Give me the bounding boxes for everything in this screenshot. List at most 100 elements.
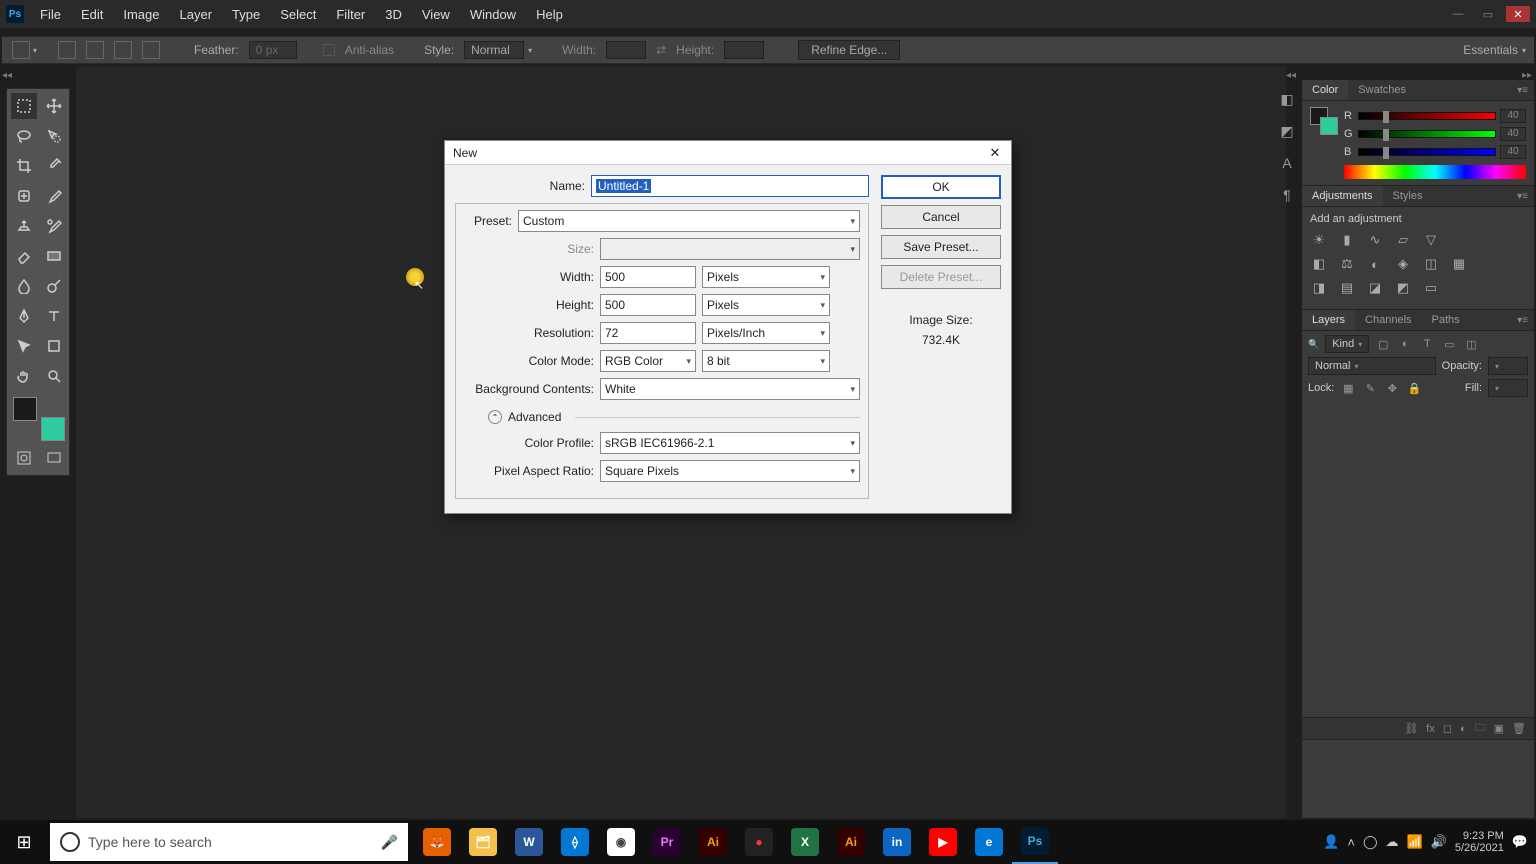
menu-3d[interactable]: 3D [375, 4, 412, 25]
g-value[interactable]: 40 [1500, 127, 1526, 141]
new-layer-icon[interactable]: ▣ [1494, 722, 1504, 735]
layers-panel-menu-icon[interactable]: ▾≡ [1511, 311, 1534, 330]
spectrum-picker[interactable] [1344, 165, 1526, 179]
color-swatches[interactable] [11, 397, 67, 441]
maximize-button[interactable]: ▭ [1476, 6, 1500, 22]
history-panel-icon[interactable]: ◧ [1276, 88, 1298, 110]
exposure-icon[interactable]: ▱ [1394, 231, 1412, 249]
save-preset-button[interactable]: Save Preset... [881, 235, 1001, 259]
menu-file[interactable]: File [30, 4, 71, 25]
zoom-tool[interactable] [41, 363, 67, 389]
threshold-icon[interactable]: ◪ [1366, 279, 1384, 297]
color-panel-swatch[interactable] [1310, 107, 1338, 135]
ok-button[interactable]: OK [881, 175, 1001, 199]
new-group-icon[interactable]: 🗀 [1475, 719, 1486, 738]
foreground-color-swatch[interactable] [13, 397, 37, 421]
start-button[interactable]: ⊞ [0, 820, 48, 864]
eyedropper-tool[interactable] [41, 153, 67, 179]
taskbar-premiere[interactable]: Pr [644, 820, 690, 864]
taskbar-photoshop[interactable]: Ps [1012, 820, 1058, 864]
properties-panel-icon[interactable]: ◩ [1276, 120, 1298, 142]
menu-image[interactable]: Image [113, 4, 169, 25]
tray-volume-icon[interactable]: 🔊 [1431, 834, 1447, 850]
cancel-button[interactable]: Cancel [881, 205, 1001, 229]
mic-icon[interactable]: 🎤 [381, 834, 398, 851]
antialias-checkbox[interactable] [323, 44, 335, 56]
refine-edge-button[interactable]: Refine Edge... [798, 40, 900, 60]
dialog-close-icon[interactable]: ✕ [987, 145, 1003, 161]
eraser-tool[interactable] [11, 243, 37, 269]
quick-select-tool[interactable] [41, 123, 67, 149]
menu-filter[interactable]: Filter [326, 4, 375, 25]
resolution-unit-select[interactable]: Pixels/Inch [702, 322, 830, 344]
clone-stamp-tool[interactable] [11, 213, 37, 239]
filter-type-icon[interactable]: 🔍 [1308, 339, 1319, 350]
name-input[interactable]: Untitled-1 [591, 175, 869, 197]
feather-input[interactable]: 0 px [249, 41, 297, 59]
preset-select[interactable]: Custom [518, 210, 860, 232]
resolution-input[interactable]: 72 [600, 322, 696, 344]
type-tool[interactable] [41, 303, 67, 329]
screen-mode-icon[interactable] [41, 445, 67, 471]
selective-color-icon[interactable]: ◩ [1394, 279, 1412, 297]
tray-meet-icon[interactable]: ◯ [1363, 834, 1378, 850]
delete-layer-icon[interactable]: 🗑 [1512, 722, 1526, 735]
filter-pixel-icon[interactable]: ▢ [1375, 336, 1391, 352]
tab-styles[interactable]: Styles [1383, 186, 1433, 206]
vibrance-icon[interactable]: ▽ [1422, 231, 1440, 249]
taskbar-recorder[interactable]: ● [736, 820, 782, 864]
filter-smart-icon[interactable]: ◫ [1463, 336, 1479, 352]
tray-chevron-up-icon[interactable]: ˄ [1347, 835, 1355, 850]
hue-sat-icon[interactable]: ◧ [1310, 255, 1328, 273]
color-balance-icon[interactable]: ⚖ [1338, 255, 1356, 273]
brush-tool[interactable] [41, 183, 67, 209]
photo-filter-icon[interactable]: ◈ [1394, 255, 1412, 273]
height-input[interactable]: 500 [600, 294, 696, 316]
tab-swatches[interactable]: Swatches [1348, 80, 1416, 100]
filter-type-layer-icon[interactable]: T [1419, 336, 1435, 352]
kind-filter-select[interactable]: Kind▾ [1325, 335, 1369, 353]
workspace-switcher[interactable]: Essentials▾ [1463, 36, 1526, 64]
path-select-tool[interactable] [11, 333, 37, 359]
shape-tool[interactable] [41, 333, 67, 359]
move-tool[interactable] [41, 93, 67, 119]
taskbar-illustrator2[interactable]: Ai [828, 820, 874, 864]
b-slider[interactable] [1358, 148, 1496, 156]
dodge-tool[interactable] [41, 273, 67, 299]
filter-shape-icon[interactable]: ▭ [1441, 336, 1457, 352]
b-value[interactable]: 40 [1500, 145, 1526, 159]
tab-adjustments[interactable]: Adjustments [1302, 186, 1383, 206]
tab-channels[interactable]: Channels [1355, 310, 1421, 330]
menu-view[interactable]: View [412, 4, 460, 25]
curves-icon[interactable]: ∿ [1366, 231, 1384, 249]
selection-subtract-icon[interactable] [114, 41, 132, 59]
tray-notifications-icon[interactable]: 💬 [1512, 834, 1528, 850]
left-collapse-icon[interactable]: ◂◂ [2, 70, 12, 81]
menu-type[interactable]: Type [222, 4, 270, 25]
menu-help[interactable]: Help [526, 4, 573, 25]
character-panel-icon[interactable]: A [1276, 152, 1298, 174]
height-unit-select[interactable]: Pixels [702, 294, 830, 316]
crop-tool[interactable] [11, 153, 37, 179]
taskbar-search[interactable]: Type here to search 🎤 [50, 823, 408, 861]
mid-collapse-icon[interactable]: ◂◂ [1286, 70, 1296, 81]
menu-window[interactable]: Window [460, 4, 526, 25]
pixel-aspect-select[interactable]: Square Pixels [600, 460, 860, 482]
quick-mask-icon[interactable] [11, 445, 37, 471]
lock-position-icon[interactable]: ✥ [1384, 380, 1400, 396]
tray-people-icon[interactable]: 👤 [1323, 834, 1339, 850]
close-window-button[interactable]: ✕ [1506, 6, 1530, 22]
link-layers-icon[interactable]: ⛓ [1404, 722, 1418, 735]
color-profile-select[interactable]: sRGB IEC61966-2.1 [600, 432, 860, 454]
taskbar-firefox[interactable]: 🦊 [414, 820, 460, 864]
taskbar-youtube[interactable]: ▶ [920, 820, 966, 864]
healing-brush-tool[interactable] [11, 183, 37, 209]
gradient-tool[interactable] [41, 243, 67, 269]
menu-select[interactable]: Select [270, 4, 326, 25]
tray-wifi-icon[interactable]: 📶 [1407, 834, 1423, 850]
tray-clock[interactable]: 9:23 PM 5/26/2021 [1455, 830, 1504, 854]
tray-cloud-icon[interactable]: ☁ [1386, 834, 1399, 850]
brightness-contrast-icon[interactable]: ☀ [1310, 231, 1328, 249]
width-unit-select[interactable]: Pixels [702, 266, 830, 288]
selection-add-icon[interactable] [86, 41, 104, 59]
